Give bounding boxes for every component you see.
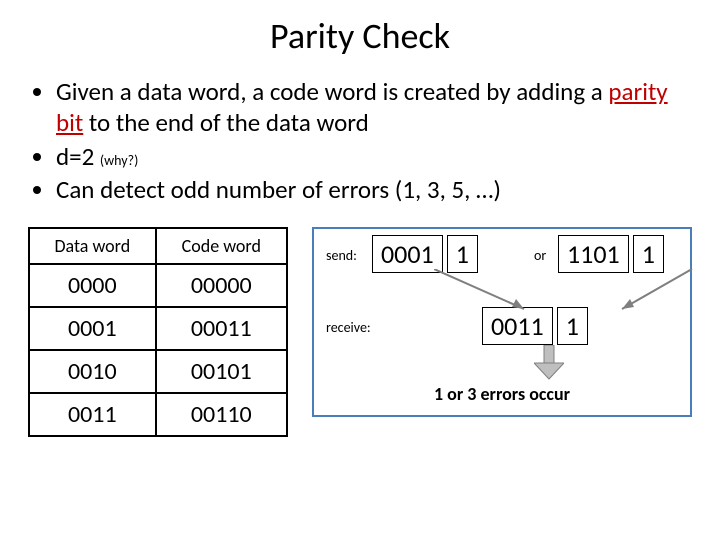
cell-code: 00110 [156, 393, 287, 436]
cell-code: 00000 [156, 264, 287, 307]
table-row: 0010 00101 [29, 350, 287, 393]
send-codeword-1: 0001 1 [372, 235, 478, 273]
page-title: Parity Check [28, 14, 692, 58]
or-label: or [534, 247, 546, 264]
cw2-data: 1101 [558, 235, 629, 273]
arrow-down-icon [534, 345, 564, 381]
cell-data: 0010 [29, 350, 156, 393]
header-code-word: Code word [156, 228, 287, 264]
bullet-1-pre: Given a data word, a code word is create… [56, 76, 608, 107]
error-diagram: send: or receive: 0001 1 1101 1 0011 1 [312, 227, 692, 417]
arrow-send2-to-recv-icon [612, 269, 720, 319]
cw3-parity: 1 [557, 307, 588, 345]
bullet-list: Given a data word, a code word is create… [28, 76, 692, 205]
cell-code: 00101 [156, 350, 287, 393]
table-row: 0000 00000 [29, 264, 287, 307]
cw1-parity: 1 [447, 235, 478, 273]
receive-label: receive: [326, 319, 371, 336]
bullet-3: Can detect odd number of errors (1, 3, 5… [56, 174, 692, 205]
bullet-1: Given a data word, a code word is create… [56, 76, 692, 139]
diagram-caption: 1 or 3 errors occur [314, 383, 690, 405]
send-label: send: [326, 247, 357, 264]
bullet-2: d=2 (why?) [56, 141, 692, 172]
send-codeword-2: 1101 1 [558, 235, 664, 273]
table-row: 0011 00110 [29, 393, 287, 436]
cell-code: 00011 [156, 307, 287, 350]
cw1-data: 0001 [372, 235, 443, 273]
code-table: Data word Code word 0000 00000 0001 0001… [28, 227, 288, 437]
arrow-send1-to-recv-icon [434, 269, 544, 319]
cw2-parity: 1 [633, 235, 664, 273]
bullet-2-main: d=2 [56, 141, 100, 172]
cell-data: 0001 [29, 307, 156, 350]
bullet-1-post: to the end of the data word [83, 107, 369, 138]
table-row: 0001 00011 [29, 307, 287, 350]
header-data-word: Data word [29, 228, 156, 264]
cell-data: 0000 [29, 264, 156, 307]
cell-data: 0011 [29, 393, 156, 436]
bullet-2-why: (why?) [100, 152, 138, 169]
